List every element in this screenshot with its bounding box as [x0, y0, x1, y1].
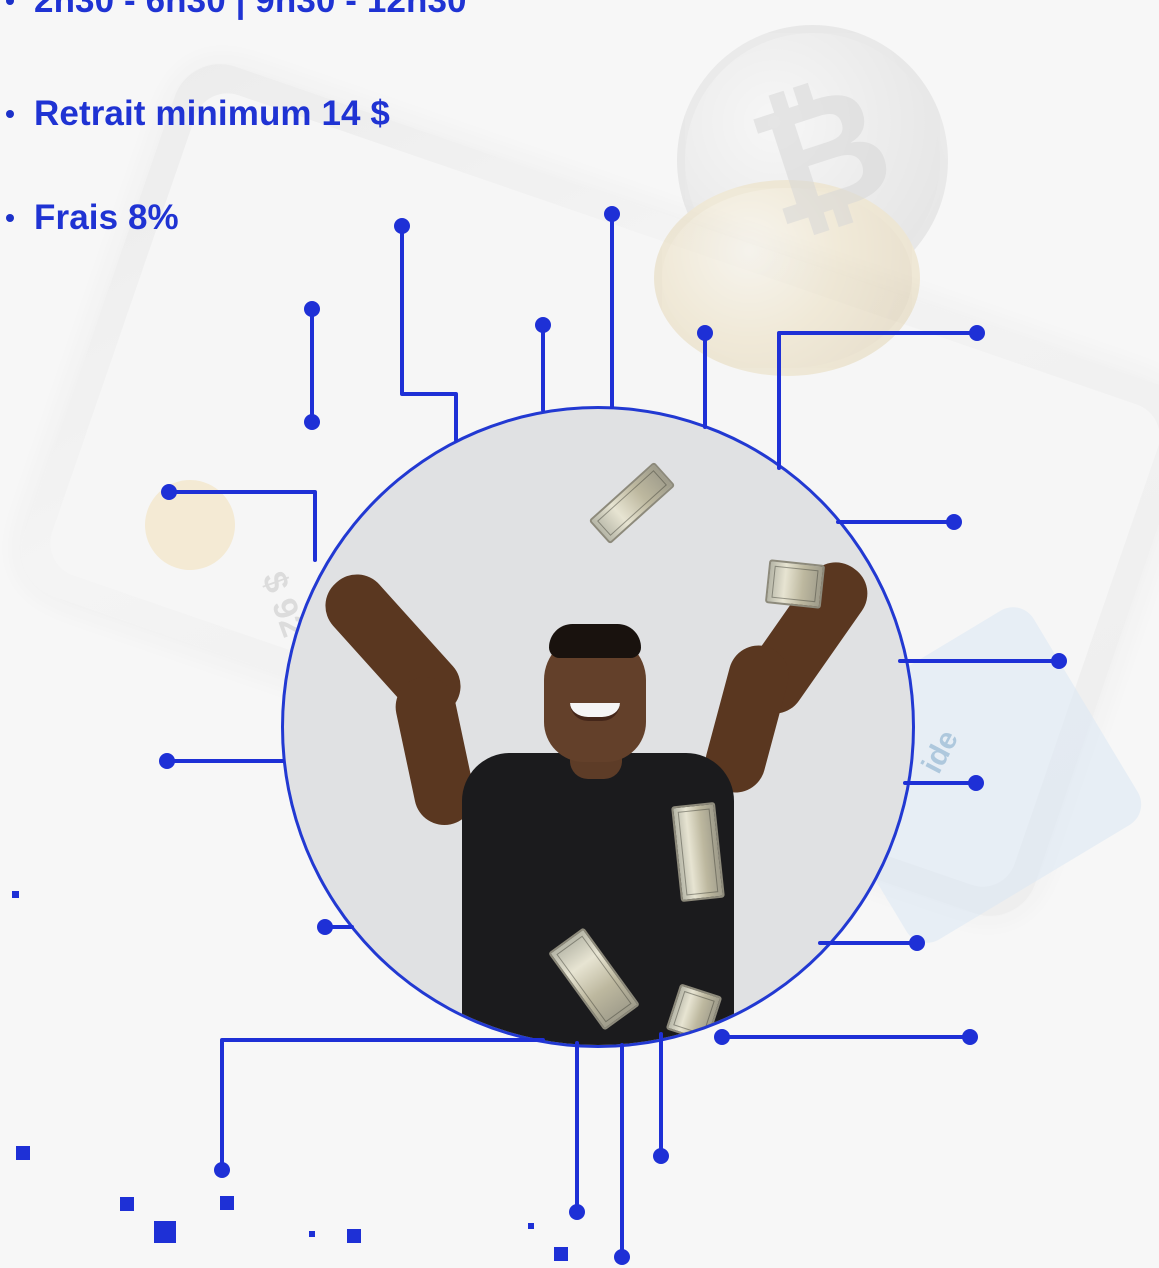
circuit-node	[214, 1162, 230, 1178]
feature-item-minimum-withdrawal: Retrait minimum 14 $	[0, 94, 390, 134]
circuit-node	[614, 1249, 630, 1265]
circuit-node	[535, 317, 551, 333]
feature-text: Frais 8%	[34, 198, 179, 237]
pixel-square	[554, 1247, 568, 1261]
bullet-icon	[6, 214, 14, 222]
circuit-node	[968, 775, 984, 791]
pixel-square	[16, 1146, 30, 1160]
circuit-line	[400, 224, 458, 442]
pixel-square	[154, 1221, 176, 1243]
circuit-line	[220, 1038, 545, 1172]
circuit-node	[159, 753, 175, 769]
circuit-node	[697, 325, 713, 341]
circuit-node	[569, 1204, 585, 1220]
pixel-square	[220, 1196, 234, 1210]
circuit-node	[317, 919, 333, 935]
circuit-node	[969, 325, 985, 341]
circuit-node	[962, 1029, 978, 1045]
circuit-line	[167, 490, 317, 562]
circuit-node	[394, 218, 410, 234]
circuit-line	[777, 331, 979, 470]
feature-text: 2h30 - 6h30 | 9h30 - 12h30	[34, 0, 467, 20]
circuit-node	[909, 935, 925, 951]
circuit-node	[304, 414, 320, 430]
circuit-node	[304, 301, 320, 317]
pixel-square	[347, 1229, 361, 1243]
circuit-node	[653, 1148, 669, 1164]
feature-item-fees: Frais 8%	[0, 198, 179, 238]
feature-item-hours: 2h30 - 6h30 | 9h30 - 12h30	[0, 0, 467, 21]
circuit-decoration	[12, 206, 1067, 1265]
pixel-square	[309, 1231, 315, 1237]
circuit-node	[714, 1029, 730, 1045]
circuit-node	[1051, 653, 1067, 669]
pixel-square	[528, 1223, 534, 1229]
circuit-node	[161, 484, 177, 500]
pixel-square	[12, 891, 19, 898]
bullet-icon	[6, 0, 14, 5]
feature-text: Retrait minimum 14 $	[34, 94, 390, 133]
pixel-square	[120, 1197, 134, 1211]
circuit-node	[604, 206, 620, 222]
circuit-node	[946, 514, 962, 530]
bullet-icon	[6, 110, 14, 118]
